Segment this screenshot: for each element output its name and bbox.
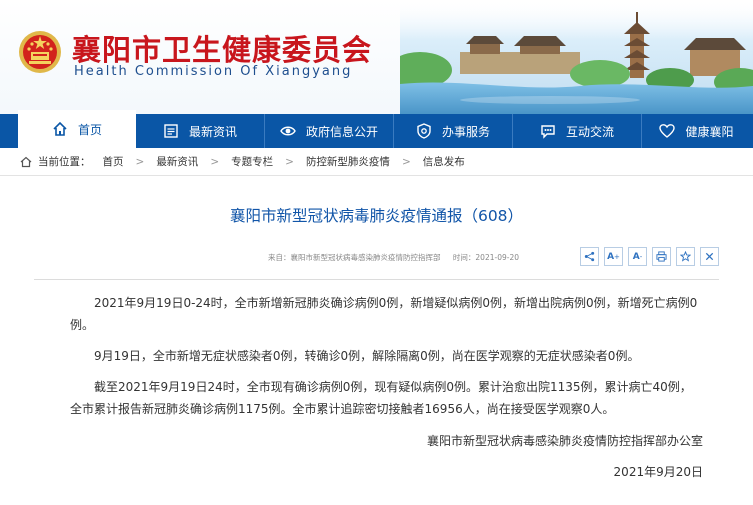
- nav-item-label: 最新资讯: [188, 124, 237, 139]
- article-meta-bar: 来自：襄阳市新型冠状病毒感染肺炎疫情防控指挥部 时间：2021-09-20 A +…: [34, 246, 719, 280]
- article-signature: 襄阳市新型冠状病毒感染肺炎疫情防控指挥部办公室: [426, 434, 703, 448]
- font-smaller-icon: A: [632, 251, 640, 262]
- nav-item-label: 办事服务: [441, 124, 490, 139]
- breadcrumb: 当前位置： 首页 > 最新资讯 > 专题专栏 > 防控新型肺炎疫情 > 信息发布: [0, 148, 753, 176]
- font-larger-icon: A: [607, 251, 615, 262]
- nav-item-gov-info[interactable]: 政府信息公开: [265, 114, 393, 148]
- breadcrumb-link-epidemic-control[interactable]: 防控新型肺炎疫情: [306, 154, 390, 169]
- favorite-icon: [680, 251, 691, 262]
- article-time: 时间：2021-09-20: [452, 253, 519, 262]
- article-date: 2021年9月20日: [613, 465, 703, 479]
- share-icon: [584, 251, 595, 262]
- font-smaller-button[interactable]: A-: [628, 247, 647, 266]
- breadcrumb-link-special-topics[interactable]: 专题专栏: [231, 154, 273, 169]
- breadcrumb-link-latest-news[interactable]: 最新资讯: [156, 154, 198, 169]
- print-button[interactable]: [652, 247, 671, 266]
- breadcrumb-link-info-release[interactable]: 信息发布: [423, 154, 465, 169]
- nav-item-label: 健康襄阳: [685, 124, 734, 139]
- chat-icon: [541, 125, 555, 139]
- breadcrumb-separator: >: [135, 155, 145, 168]
- site-title: 襄阳市卫生健康委员会: [72, 33, 373, 67]
- breadcrumb-link-home[interactable]: 首页: [103, 154, 124, 169]
- article-paragraph: 截至2021年9月19日24时，全市现有确诊病例0例，现有疑似病例0例。累计治愈…: [70, 380, 692, 416]
- close-button[interactable]: [700, 247, 719, 266]
- heart-icon: [659, 124, 676, 138]
- nav-item-interaction[interactable]: 互动交流: [513, 114, 641, 148]
- breadcrumb-separator: >: [210, 155, 220, 168]
- header-landscape-image: [400, 0, 753, 114]
- share-button[interactable]: [580, 247, 599, 266]
- site-header: 襄阳市卫生健康委员会 Health Commission Of Xiangyan…: [0, 0, 753, 114]
- nav-item-home[interactable]: 首页: [18, 110, 136, 148]
- close-icon: [705, 252, 714, 261]
- eye-icon: [280, 126, 296, 136]
- print-icon: [656, 251, 667, 262]
- news-icon: [164, 124, 178, 138]
- article-tools: A + A-: [575, 247, 719, 266]
- favorite-button[interactable]: [676, 247, 695, 266]
- main-nav: 首页 最新资讯 政府信息公开 办事服务 互动交流 健康襄阳: [0, 110, 753, 148]
- minus-icon: -: [639, 252, 643, 261]
- home-icon: [53, 121, 67, 136]
- nav-item-services[interactable]: 办事服务: [394, 114, 512, 148]
- article-paragraph: 2021年9月19日0-24时，全市新增新冠肺炎确诊病例0例，新增疑似病例0例，…: [70, 296, 698, 332]
- breadcrumb-separator: >: [285, 155, 294, 168]
- breadcrumb-separator: >: [401, 155, 411, 168]
- nav-item-latest-news[interactable]: 最新资讯: [136, 114, 264, 148]
- font-larger-button[interactable]: A +: [604, 247, 623, 266]
- article-body: 2021年9月19日0-24时，全市新增新冠肺炎确诊病例0例，新增疑似病例0例，…: [0, 292, 753, 420]
- service-icon: [417, 123, 431, 139]
- article-source: 来自：襄阳市新型冠状病毒感染肺炎疫情防控指挥部: [268, 253, 441, 262]
- nav-item-label: 政府信息公开: [305, 124, 378, 139]
- nav-item-health[interactable]: 健康襄阳: [642, 114, 751, 148]
- breadcrumb-prefix: 当前位置：: [38, 156, 91, 168]
- article-paragraph: 9月19日，全市新增无症状感染者0例，转确诊0例，解除隔离0例，尚在医学观察的无…: [94, 349, 640, 363]
- home-location-icon: [20, 156, 32, 167]
- article-meta: 来自：襄阳市新型冠状病毒感染肺炎疫情防控指挥部 时间：2021-09-20: [268, 252, 519, 263]
- nav-item-label: 首页: [77, 122, 102, 137]
- national-emblem-icon: [19, 31, 61, 73]
- plus-icon: +: [614, 252, 620, 261]
- article-title: 襄阳市新型冠状病毒肺炎疫情通报（608）: [229, 207, 524, 225]
- nav-item-label: 互动交流: [565, 124, 614, 139]
- site-subtitle: Health Commission Of Xiangyang: [74, 64, 353, 79]
